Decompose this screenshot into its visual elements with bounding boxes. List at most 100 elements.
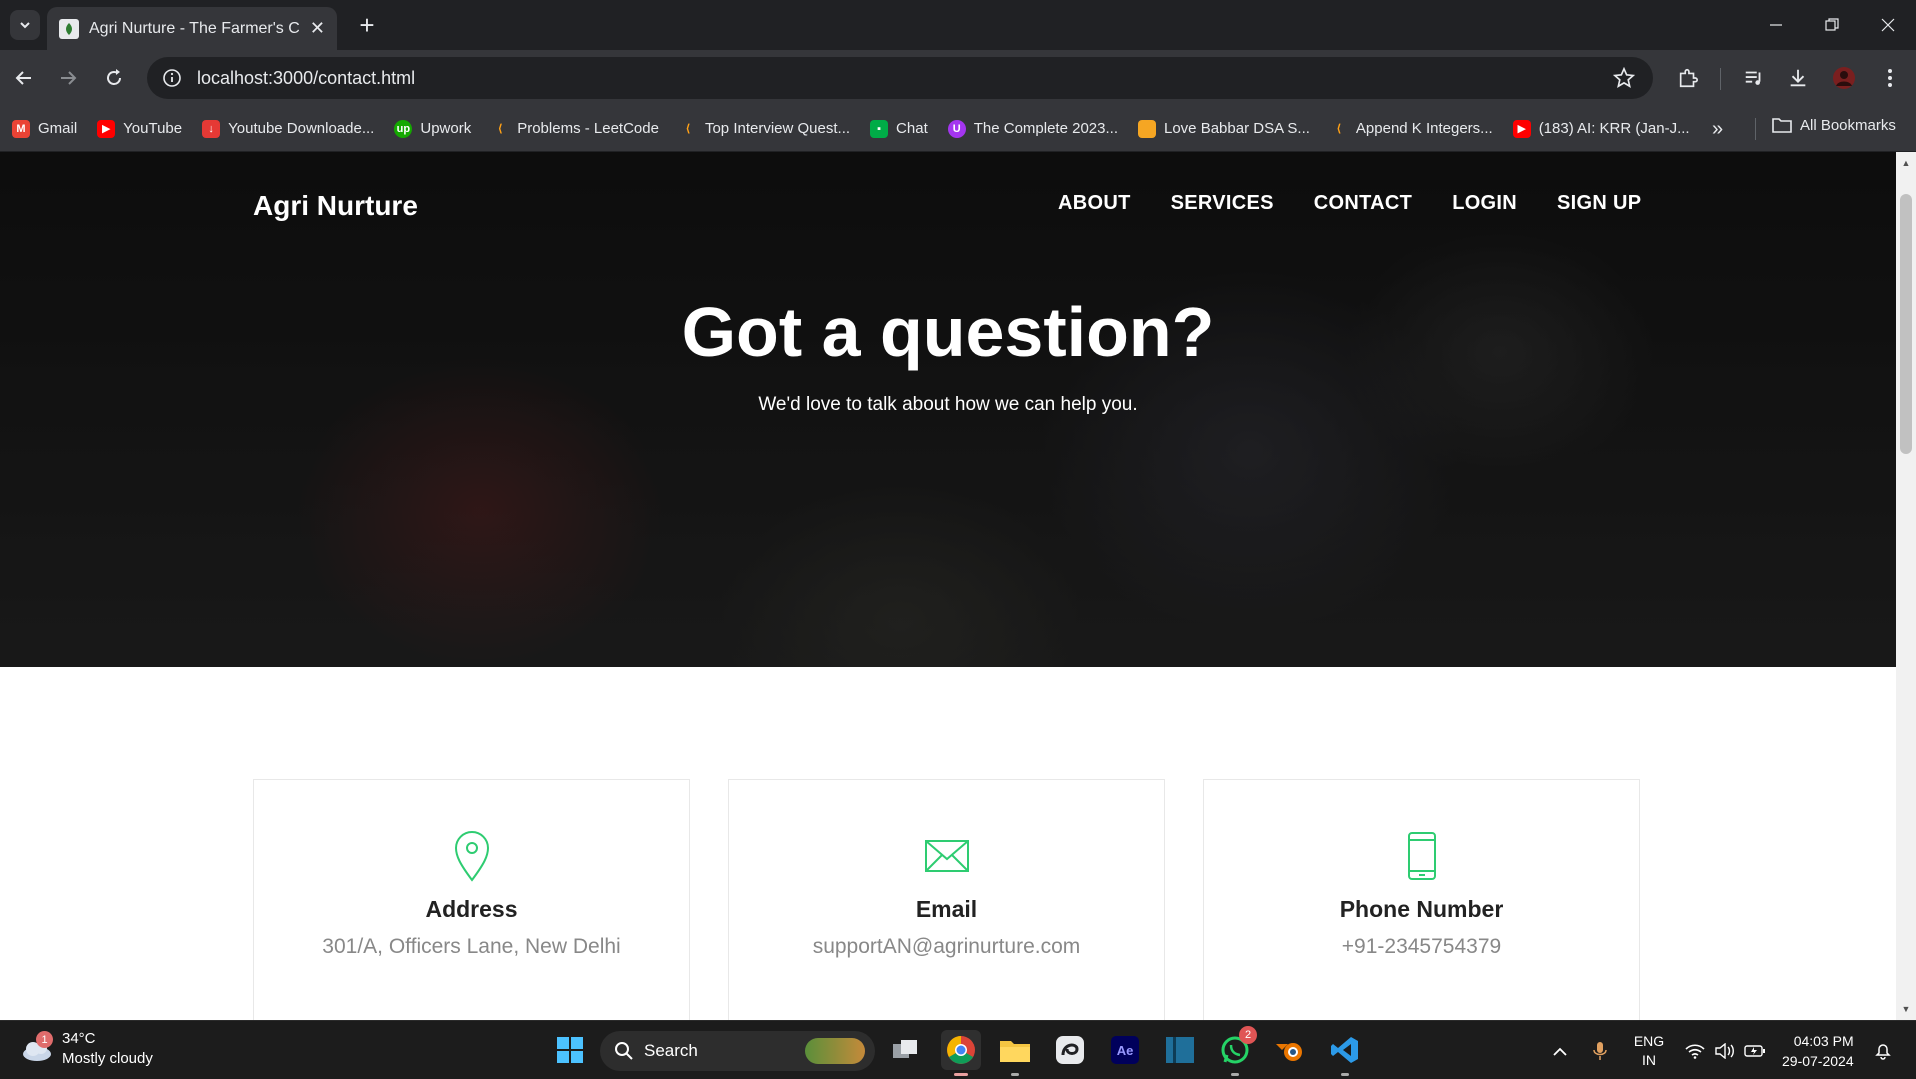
bookmark-complete-2023[interactable]: U The Complete 2023... bbox=[947, 119, 1118, 138]
microphone-button[interactable] bbox=[1585, 1021, 1615, 1079]
vscode-running-indicator bbox=[1341, 1073, 1349, 1076]
start-button[interactable] bbox=[550, 1030, 590, 1070]
downloads-button[interactable] bbox=[1782, 62, 1814, 94]
scroll-up-icon[interactable]: ▲ bbox=[1896, 154, 1916, 172]
new-tab-button[interactable]: + bbox=[350, 8, 384, 42]
input-language-indicator[interactable]: ENG IN bbox=[1626, 1021, 1672, 1079]
star-icon bbox=[1613, 67, 1635, 88]
bookmark-youtube-downloader[interactable]: ↓ Youtube Downloade... bbox=[202, 119, 374, 138]
media-controls-button[interactable] bbox=[1738, 62, 1770, 94]
system-clock[interactable]: 04:03 PM 29-07-2024 bbox=[1782, 1031, 1854, 1071]
nav-sign-up[interactable]: SIGN UP bbox=[1557, 192, 1641, 215]
volume-status[interactable] bbox=[1710, 1021, 1740, 1079]
active-tab[interactable]: Agri Nurture - The Farmer's Choice ✕ bbox=[47, 7, 337, 50]
folder-icon bbox=[1772, 118, 1792, 133]
bookmark-top-interview[interactable]: ⟨ Top Interview Quest... bbox=[679, 120, 850, 138]
bookmark-ai-krr[interactable]: ▶ (183) AI: KRR (Jan-J... bbox=[1512, 119, 1690, 138]
wifi-status[interactable] bbox=[1680, 1021, 1710, 1079]
battery-status[interactable] bbox=[1740, 1021, 1770, 1079]
bookmark-love-babbar[interactable]: Love Babbar DSA S... bbox=[1138, 119, 1310, 138]
browser-menu-button[interactable] bbox=[1874, 62, 1906, 94]
site-brand-logo[interactable]: Agri Nurture bbox=[253, 190, 418, 222]
bookmarks-overflow-icon[interactable]: » bbox=[1712, 118, 1723, 141]
sidebar-app-icon bbox=[1166, 1037, 1194, 1063]
taskbar-lens-app[interactable] bbox=[1050, 1030, 1090, 1070]
nav-about[interactable]: ABOUT bbox=[1058, 192, 1131, 215]
nav-login[interactable]: LOGIN bbox=[1452, 192, 1517, 215]
forward-button[interactable] bbox=[52, 62, 84, 94]
leetcode-icon: ⟨ bbox=[497, 123, 503, 135]
close-icon bbox=[1881, 18, 1895, 32]
after-effects-icon: Ae bbox=[1111, 1036, 1139, 1064]
svg-text:Ae: Ae bbox=[1117, 1043, 1134, 1058]
battery-charging-icon bbox=[1744, 1044, 1765, 1057]
show-hidden-icons-button[interactable] bbox=[1545, 1021, 1575, 1079]
nav-contact[interactable]: CONTACT bbox=[1314, 192, 1412, 215]
address-title: Address bbox=[425, 896, 518, 922]
scroll-down-icon[interactable]: ▼ bbox=[1896, 1000, 1916, 1018]
email-card: Email supportAN@agrinurture.com bbox=[728, 779, 1165, 1020]
close-window-button[interactable] bbox=[1860, 0, 1916, 50]
gmail-icon: M bbox=[12, 119, 30, 138]
cloud-icon: 1 bbox=[20, 1031, 54, 1063]
task-view-button[interactable] bbox=[885, 1030, 925, 1070]
back-button[interactable] bbox=[8, 62, 40, 94]
notification-bell-icon bbox=[1875, 1043, 1891, 1060]
phone-title: Phone Number bbox=[1339, 896, 1504, 922]
tab-search-button[interactable] bbox=[10, 10, 40, 40]
restore-button[interactable] bbox=[1804, 0, 1860, 50]
toolbar-separator bbox=[1720, 68, 1721, 90]
address-bar[interactable]: localhost:3000/contact.html bbox=[147, 57, 1653, 99]
bookmarks-separator bbox=[1755, 118, 1756, 140]
wifi-icon bbox=[1685, 1043, 1705, 1059]
bookmark-chat[interactable]: ▪ Chat bbox=[870, 119, 928, 138]
bookmark-star-button[interactable] bbox=[1608, 62, 1640, 94]
hero-title: Got a question? bbox=[681, 293, 1215, 371]
notification-center-button[interactable] bbox=[1868, 1021, 1898, 1079]
udemy-icon: U bbox=[947, 119, 966, 138]
taskbar-sidebar-app[interactable] bbox=[1160, 1030, 1200, 1070]
taskbar-after-effects[interactable]: Ae bbox=[1105, 1030, 1145, 1070]
extensions-button[interactable] bbox=[1672, 62, 1704, 94]
taskbar-file-explorer[interactable] bbox=[995, 1030, 1035, 1076]
weather-description: Mostly cloudy bbox=[62, 1050, 153, 1067]
profile-avatar[interactable] bbox=[1828, 62, 1860, 94]
taskbar-blender[interactable] bbox=[1270, 1030, 1310, 1070]
phone-value[interactable]: +91-2345754379 bbox=[1342, 935, 1501, 959]
scrollbar-thumb[interactable] bbox=[1900, 194, 1912, 454]
taskbar-search-box[interactable]: Search bbox=[600, 1031, 875, 1071]
reload-button[interactable] bbox=[98, 62, 130, 94]
leetcode-icon: ⟨ bbox=[685, 123, 691, 135]
download-arrow-icon: ↓ bbox=[202, 119, 221, 138]
contact-cards: Address 301/A, Officers Lane, New Delhi … bbox=[253, 779, 1640, 1020]
email-value[interactable]: supportAN@agrinurture.com bbox=[813, 935, 1081, 959]
site-favicon-icon bbox=[59, 18, 79, 39]
nav-services[interactable]: SERVICES bbox=[1171, 192, 1274, 215]
weather-temperature: 34°C bbox=[62, 1030, 96, 1047]
minimize-button[interactable] bbox=[1748, 0, 1804, 50]
kebab-menu-icon bbox=[1888, 69, 1892, 87]
all-bookmarks-button[interactable]: All Bookmarks bbox=[1772, 116, 1896, 134]
tab-close-icon[interactable]: ✕ bbox=[310, 18, 325, 39]
page-scrollbar[interactable]: ▲ ▼ bbox=[1896, 152, 1916, 1020]
bookmark-upwork[interactable]: up Upwork bbox=[394, 119, 471, 138]
whatsapp-unread-badge: 2 bbox=[1239, 1026, 1257, 1044]
weather-widget[interactable]: 1 34°C Mostly cloudy bbox=[20, 1029, 153, 1069]
search-icon bbox=[615, 1042, 633, 1060]
taskbar-chrome[interactable] bbox=[941, 1030, 981, 1076]
site-info-icon[interactable] bbox=[159, 65, 185, 91]
bookmark-gmail[interactable]: M Gmail bbox=[12, 119, 77, 138]
bookmark-tag-icon bbox=[1138, 119, 1156, 138]
taskbar-whatsapp[interactable]: 2 bbox=[1215, 1026, 1257, 1076]
bookmark-youtube[interactable]: ▶ YouTube bbox=[97, 119, 182, 138]
mobile-phone-icon bbox=[1396, 830, 1448, 882]
lens-app-icon bbox=[1056, 1036, 1084, 1064]
leetcode-icon: ⟨ bbox=[1336, 123, 1342, 135]
reload-icon bbox=[107, 69, 121, 85]
bookmark-append-k[interactable]: ⟨ Append K Integers... bbox=[1330, 120, 1492, 138]
taskbar-vscode[interactable] bbox=[1325, 1030, 1365, 1076]
speaker-icon bbox=[1715, 1042, 1734, 1059]
task-view-icon bbox=[893, 1040, 917, 1058]
map-pin-icon bbox=[446, 830, 498, 882]
bookmark-leetcode-problems[interactable]: ⟨ Problems - LeetCode bbox=[491, 120, 659, 138]
